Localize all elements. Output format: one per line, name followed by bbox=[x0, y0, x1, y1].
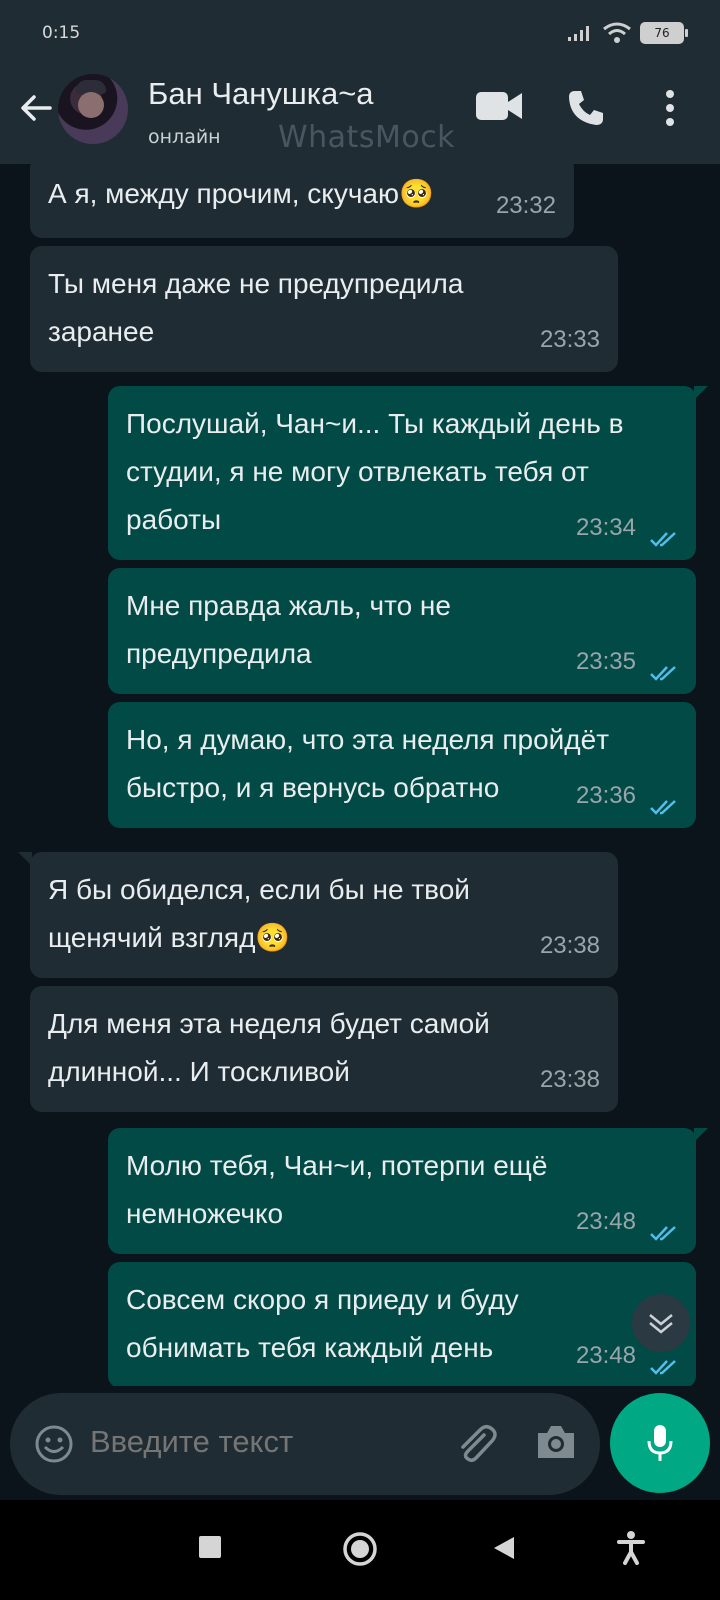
pleading-face-emoji: 🥺 bbox=[398, 178, 434, 209]
message-bubble-outgoing[interactable]: Мне правда жаль, что не предупредила 23:… bbox=[108, 568, 696, 694]
message-time: 23:48 bbox=[575, 1208, 636, 1235]
message-text: Для меня эта неделя будет самой длинной.… bbox=[48, 1008, 490, 1087]
chat-header: Бан Чанушка~а онлайн WhatsMock bbox=[0, 54, 720, 164]
mic-icon bbox=[647, 1425, 673, 1461]
read-ticks-icon bbox=[650, 1226, 676, 1241]
recent-apps-icon[interactable] bbox=[198, 1535, 222, 1559]
status-time: 0:15 bbox=[42, 23, 81, 43]
message-bubble-incoming[interactable]: Ты меня даже не предупредила заранее 23:… bbox=[30, 246, 618, 372]
message-time: 23:32 bbox=[495, 192, 556, 219]
message-time: 23:38 bbox=[539, 1066, 600, 1093]
chat-area[interactable]: А я, между прочим, скучаю🥺 23:32 Ты меня… bbox=[0, 164, 720, 1386]
read-ticks-icon bbox=[650, 800, 676, 815]
home-icon[interactable] bbox=[342, 1531, 378, 1567]
status-bar: 0:15 76 bbox=[0, 0, 720, 54]
attach-icon[interactable] bbox=[454, 1421, 500, 1467]
system-nav-bar bbox=[0, 1500, 720, 1600]
emoji-icon[interactable] bbox=[34, 1424, 74, 1464]
scroll-to-bottom-button[interactable] bbox=[632, 1294, 690, 1352]
accessibility-icon[interactable] bbox=[616, 1530, 646, 1566]
message-time: 23:33 bbox=[539, 326, 600, 353]
contact-name[interactable]: Бан Чанушка~а bbox=[148, 76, 374, 112]
mic-button[interactable] bbox=[610, 1393, 710, 1493]
message-input[interactable] bbox=[88, 1423, 432, 1461]
message-composer bbox=[10, 1393, 600, 1495]
read-ticks-icon bbox=[650, 666, 676, 681]
message-bubble-outgoing[interactable]: Но, я думаю, что эта неделя пройдёт быст… bbox=[108, 702, 696, 828]
back-nav-icon[interactable] bbox=[492, 1535, 516, 1561]
back-arrow-icon[interactable] bbox=[18, 90, 54, 126]
wifi-icon bbox=[603, 22, 631, 43]
message-text: Ты меня даже не предупредила заранее bbox=[48, 268, 464, 347]
message-time: 23:38 bbox=[539, 932, 600, 959]
avatar[interactable] bbox=[58, 74, 128, 144]
message-text-wrap: Я бы обиделся, если бы не твой щенячий в… bbox=[48, 866, 578, 962]
message-time: 23:34 bbox=[575, 514, 636, 541]
message-text: Молю тебя, Чан~и, потерпи ещё немножечко bbox=[126, 1150, 548, 1229]
message-time: 23:48 bbox=[575, 1342, 636, 1369]
more-vertical-icon[interactable] bbox=[664, 88, 676, 128]
chevron-down-icon bbox=[649, 1314, 673, 1334]
message-bubble-outgoing[interactable]: Совсем скоро я приеду и буду обнимать те… bbox=[108, 1262, 696, 1386]
message-text: Совсем скоро я приеду и буду обнимать те… bbox=[126, 1284, 519, 1363]
message-bubble-incoming[interactable]: Для меня эта неделя будет самой длинной.… bbox=[30, 986, 618, 1112]
message-bubble-incoming[interactable]: А я, между прочим, скучаю🥺 23:32 bbox=[30, 164, 574, 238]
message-time: 23:36 bbox=[575, 782, 636, 809]
read-ticks-icon bbox=[650, 532, 676, 547]
message-bubble-outgoing[interactable]: Молю тебя, Чан~и, потерпи ещё немножечко… bbox=[108, 1128, 708, 1254]
message-text: Мне правда жаль, что не предупредила bbox=[126, 590, 451, 669]
watermark: WhatsMock bbox=[278, 120, 456, 155]
contact-status: онлайн bbox=[148, 126, 221, 148]
video-call-icon[interactable] bbox=[474, 88, 524, 124]
camera-icon[interactable] bbox=[534, 1423, 578, 1461]
battery-indicator: 76 bbox=[640, 22, 688, 44]
status-icons: 76 bbox=[566, 22, 688, 44]
pleading-face-emoji: 🥺 bbox=[255, 922, 291, 953]
message-bubble-outgoing[interactable]: Послушай, Чан~и... Ты каждый день в студ… bbox=[108, 386, 708, 560]
message-text: А я, между прочим, скучаю bbox=[48, 178, 399, 209]
signal-icon bbox=[568, 26, 589, 41]
phone-icon[interactable] bbox=[566, 88, 606, 128]
read-ticks-icon bbox=[650, 1360, 676, 1375]
message-bubble-incoming[interactable]: Я бы обиделся, если бы не твой щенячий в… bbox=[18, 852, 618, 978]
message-time: 23:35 bbox=[575, 648, 636, 675]
